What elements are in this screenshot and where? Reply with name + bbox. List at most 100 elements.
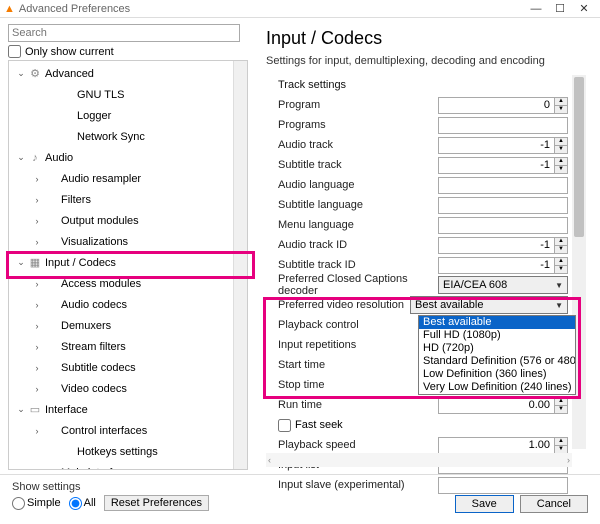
reset-preferences-button[interactable]: Reset Preferences: [104, 495, 209, 511]
expand-icon[interactable]: ›: [31, 321, 43, 331]
settings-horizontal-scrollbar[interactable]: ‹›: [266, 453, 572, 467]
tree-item-label: Audio: [45, 152, 73, 164]
playback-speed-input[interactable]: [438, 437, 554, 454]
audio-track-id-input[interactable]: [438, 237, 554, 254]
pcc-decoder-combo[interactable]: EIA/CEA 608▼: [438, 276, 568, 294]
label-subtitle-language: Subtitle language: [278, 199, 430, 211]
label-start-time: Start time: [278, 359, 430, 371]
expand-icon[interactable]: ⌄: [15, 152, 27, 163]
expand-icon[interactable]: ›: [31, 279, 43, 289]
settings-panel: Input / Codecs Settings for input, demul…: [252, 18, 600, 474]
fast-seek-box[interactable]: [278, 419, 291, 432]
cancel-button[interactable]: Cancel: [520, 495, 588, 513]
program-input[interactable]: [438, 97, 554, 114]
audio-language-input[interactable]: [438, 177, 568, 194]
tree-item-label: Video codecs: [61, 383, 127, 395]
programs-input[interactable]: [438, 117, 568, 134]
category-icon: ▦: [27, 256, 43, 269]
settings-list: Track settings Program ▲▼ Programs Audio…: [266, 75, 586, 467]
tree-item[interactable]: ⌄▭Interface: [9, 399, 233, 420]
preferred-video-resolution-dropdown[interactable]: Best availableFull HD (1080p)HD (720p)St…: [418, 315, 576, 395]
tree-item[interactable]: Network Sync: [9, 126, 233, 147]
tree-item-label: Output modules: [61, 215, 139, 227]
expand-icon[interactable]: ›: [31, 237, 43, 247]
fast-seek-checkbox[interactable]: Fast seek: [278, 415, 568, 435]
tree-item-label: Input / Codecs: [45, 257, 116, 269]
search-input[interactable]: [8, 24, 240, 42]
scrollbar-thumb[interactable]: [574, 77, 584, 237]
expand-icon[interactable]: ›: [31, 216, 43, 226]
tree-item[interactable]: › Video codecs: [9, 378, 233, 399]
subtitle-track-input[interactable]: [438, 157, 554, 174]
tree-scrollbar[interactable]: [233, 61, 247, 469]
tree-item[interactable]: ›Audio resampler: [9, 168, 233, 189]
tree-item[interactable]: ›Main interfaces: [9, 462, 233, 469]
save-button[interactable]: Save: [455, 495, 514, 513]
expand-icon[interactable]: ›: [31, 195, 43, 205]
run-time-spinner[interactable]: ▲▼: [438, 397, 568, 414]
dropdown-option[interactable]: HD (720p): [419, 342, 575, 355]
tree-item[interactable]: ⌄▦Input / Codecs: [9, 252, 233, 273]
tree-item[interactable]: ›Subtitle codecs: [9, 357, 233, 378]
subtitle-language-input[interactable]: [438, 197, 568, 214]
tree-item[interactable]: ›Audio codecs: [9, 294, 233, 315]
tree-item[interactable]: GNU TLS: [9, 84, 233, 105]
audio-track-spinner[interactable]: ▲▼: [438, 137, 568, 154]
expand-icon[interactable]: ⌄: [15, 257, 27, 268]
expand-icon[interactable]: ›: [31, 426, 43, 436]
label-menu-language: Menu language: [278, 219, 430, 231]
tree-item-label: Access modules: [61, 278, 141, 290]
tree-item[interactable]: ⌄⚙Advanced: [9, 63, 233, 84]
audio-track-input[interactable]: [438, 137, 554, 154]
tree-item[interactable]: Logger: [9, 105, 233, 126]
preferences-tree[interactable]: ⌄⚙AdvancedGNU TLSLoggerNetwork Sync⌄♪Aud…: [9, 61, 233, 469]
label-run-time: Run time: [278, 399, 430, 411]
preferred-video-resolution-combo[interactable]: Best available▼: [410, 296, 568, 314]
expand-icon[interactable]: ›: [31, 363, 43, 373]
dropdown-option[interactable]: Full HD (1080p): [419, 329, 575, 342]
maximize-button[interactable]: ☐: [548, 2, 572, 15]
all-radio[interactable]: All: [69, 497, 96, 510]
tree-item[interactable]: ›Demuxers: [9, 315, 233, 336]
spin-down-icon[interactable]: ▼: [555, 106, 567, 113]
label-audio-track: Audio track: [278, 139, 430, 151]
fast-seek-label: Fast seek: [295, 419, 343, 431]
tree-item[interactable]: › Stream filters: [9, 336, 233, 357]
dropdown-option[interactable]: Very Low Definition (240 lines): [419, 381, 575, 394]
playback-speed-spinner[interactable]: ▲▼: [438, 437, 568, 454]
expand-icon[interactable]: ›: [31, 468, 43, 470]
simple-radio[interactable]: Simple: [12, 497, 61, 510]
dropdown-option[interactable]: Standard Definition (576 or 480 lines): [419, 355, 575, 368]
menu-language-input[interactable]: [438, 217, 568, 234]
expand-icon[interactable]: ›: [31, 342, 43, 352]
tree-item[interactable]: Hotkeys settings: [9, 441, 233, 462]
program-spinner[interactable]: ▲▼: [438, 97, 568, 114]
dropdown-option[interactable]: Best available: [419, 316, 575, 329]
subtitle-track-id-spinner[interactable]: ▲▼: [438, 257, 568, 274]
tree-item[interactable]: ›Visualizations: [9, 231, 233, 252]
tree-item[interactable]: › Access modules: [9, 273, 233, 294]
expand-icon[interactable]: ›: [31, 174, 43, 184]
tree-item-label: Stream filters: [61, 341, 126, 353]
tree-item[interactable]: › Output modules: [9, 210, 233, 231]
minimize-button[interactable]: —: [524, 3, 548, 15]
section-track-settings: Track settings: [278, 79, 568, 91]
dropdown-option[interactable]: Low Definition (360 lines): [419, 368, 575, 381]
run-time-input[interactable]: [438, 397, 554, 414]
audio-track-id-spinner[interactable]: ▲▼: [438, 237, 568, 254]
subtitle-track-id-input[interactable]: [438, 257, 554, 274]
only-show-current-checkbox[interactable]: Only show current: [8, 45, 248, 58]
expand-icon[interactable]: ⌄: [15, 68, 27, 79]
only-show-current-box[interactable]: [8, 45, 21, 58]
expand-icon[interactable]: ›: [31, 300, 43, 310]
tree-item-label: Control interfaces: [61, 425, 147, 437]
tree-item[interactable]: › Control interfaces: [9, 420, 233, 441]
subtitle-track-spinner[interactable]: ▲▼: [438, 157, 568, 174]
expand-icon[interactable]: ›: [31, 384, 43, 394]
close-button[interactable]: ✕: [572, 2, 596, 15]
tree-item[interactable]: ⌄♪Audio: [9, 147, 233, 168]
expand-icon[interactable]: ⌄: [15, 404, 27, 415]
tree-item[interactable]: ›Filters: [9, 189, 233, 210]
spin-up-icon[interactable]: ▲: [555, 98, 567, 106]
input-slave-input[interactable]: [438, 477, 568, 494]
